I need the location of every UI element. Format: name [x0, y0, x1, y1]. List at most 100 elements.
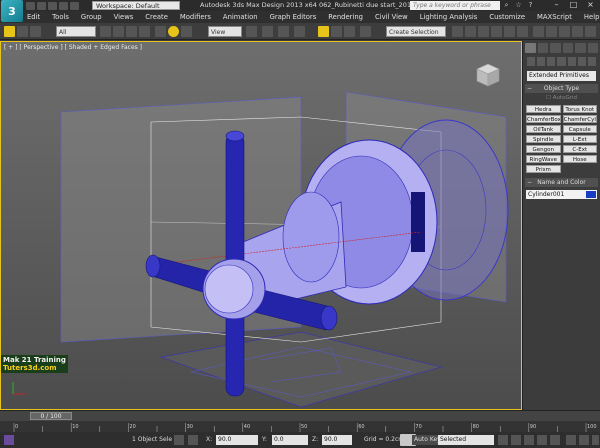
ringwave-button[interactable]: RingWave — [526, 155, 561, 163]
rectangular-selection-icon[interactable] — [126, 26, 137, 37]
cameras-icon[interactable] — [557, 57, 566, 66]
edit-named-selection-icon[interactable] — [360, 26, 371, 37]
render-setup-icon[interactable] — [546, 26, 557, 37]
named-selection-sets-dropdown[interactable]: Create Selection Se — [386, 26, 446, 47]
unlink-icon[interactable] — [17, 26, 28, 37]
scale-icon[interactable] — [181, 26, 192, 37]
oiltank-button[interactable]: OilTank — [526, 125, 561, 133]
menu-maxscript[interactable]: MAXScript — [537, 13, 572, 21]
workspace-dropdown[interactable]: Workspace: Default — [92, 1, 180, 10]
chamferbox-button[interactable]: ChamferBox — [526, 115, 561, 123]
menu-group[interactable]: Group — [81, 13, 102, 21]
lights-icon[interactable] — [547, 57, 556, 66]
capsule-button[interactable]: Capsule — [562, 125, 597, 133]
zoom-icon[interactable] — [566, 435, 576, 445]
select-manipulate-icon[interactable] — [262, 26, 273, 37]
align-icon[interactable] — [465, 26, 476, 37]
time-slider-thumb[interactable]: 0 / 100 — [30, 412, 72, 420]
reference-coordinate-dropdown[interactable]: View — [208, 26, 242, 37]
keyboard-shortcut-icon[interactable] — [278, 26, 289, 37]
time-slider[interactable]: 0 / 100 — [0, 410, 600, 421]
l-ext-button[interactable]: L-Ext — [562, 135, 597, 143]
spinner-snap-icon[interactable] — [344, 26, 355, 37]
display-tab-icon[interactable] — [575, 43, 586, 53]
rendered-frame-window-icon[interactable] — [559, 26, 570, 37]
spindle-button[interactable]: Spindle — [526, 135, 561, 143]
motion-tab-icon[interactable] — [562, 43, 573, 53]
graphite-ribbon-icon[interactable] — [491, 26, 502, 37]
shapes-icon[interactable] — [537, 57, 546, 66]
teapot-render-icon[interactable] — [585, 26, 596, 37]
binoculars-icon[interactable]: ⌕ — [502, 1, 511, 10]
key-filter-dropdown[interactable]: Selected — [438, 435, 494, 445]
z-coordinate-field[interactable]: 90.0 — [322, 435, 352, 445]
menu-civil-view[interactable]: Civil View — [375, 13, 408, 21]
primitive-type-dropdown[interactable]: Extended Primitives — [527, 71, 596, 81]
maximize-viewport-icon[interactable] — [592, 435, 599, 445]
curve-editor-icon[interactable] — [504, 26, 515, 37]
menu-graph-editors[interactable]: Graph Editors — [270, 13, 317, 21]
perspective-viewport[interactable]: [ + ] [ Perspective ] [ Shaded + Edged F… — [0, 41, 522, 410]
search-input[interactable]: Type a keyword or phrase — [410, 1, 500, 10]
name-color-rollout[interactable]: − Name and Color — [525, 178, 598, 187]
star-icon[interactable]: ☆ — [514, 1, 523, 10]
hierarchy-tab-icon[interactable] — [550, 43, 561, 53]
geometry-icon[interactable] — [527, 57, 536, 66]
track-bar[interactable]: 0 10 20 30 40 50 60 70 80 90 100 — [0, 421, 600, 432]
absolute-mode-icon[interactable] — [188, 435, 198, 445]
selection-filter-dropdown[interactable]: All — [56, 26, 96, 37]
prism-button[interactable]: Prism — [526, 165, 561, 173]
redo-icon[interactable] — [70, 1, 79, 10]
x-coordinate-field[interactable]: 90.0 — [216, 435, 258, 445]
orbit-icon[interactable] — [579, 435, 589, 445]
undo-icon[interactable] — [59, 1, 68, 10]
menu-create[interactable]: Create — [145, 13, 168, 21]
close-icon[interactable]: × — [582, 0, 599, 10]
object-type-rollout[interactable]: − Object Type — [525, 84, 598, 93]
maxscript-listener-icon[interactable] — [4, 435, 14, 445]
y-coordinate-field[interactable]: 0.0 — [272, 435, 308, 445]
helpers-icon[interactable] — [567, 57, 576, 66]
select-object-icon[interactable] — [100, 26, 111, 37]
viewcube-icon[interactable] — [473, 60, 503, 90]
help-icon[interactable]: ? — [526, 1, 535, 10]
rotate-icon[interactable] — [168, 26, 179, 37]
minimize-icon[interactable]: – — [548, 0, 565, 10]
percent-snap-icon[interactable] — [331, 26, 342, 37]
play-icon[interactable] — [524, 435, 534, 445]
modify-tab-icon[interactable] — [537, 43, 548, 53]
hedra-button[interactable]: Hedra — [526, 105, 561, 113]
select-by-name-icon[interactable] — [113, 26, 124, 37]
material-editor-icon[interactable] — [533, 26, 544, 37]
angle-snap-icon[interactable] — [318, 26, 329, 37]
mirror-icon[interactable] — [452, 26, 463, 37]
move-icon[interactable] — [155, 26, 166, 37]
snaps-toggle-icon[interactable] — [294, 26, 305, 37]
select-link-icon[interactable] — [4, 26, 15, 37]
window-crossing-icon[interactable] — [139, 26, 150, 37]
menu-modifiers[interactable]: Modifiers — [180, 13, 211, 21]
app-logo-icon[interactable]: 3 — [1, 0, 23, 22]
new-file-icon[interactable] — [26, 1, 35, 10]
menu-lighting-analysis[interactable]: Lighting Analysis — [420, 13, 478, 21]
object-color-swatch[interactable] — [586, 191, 596, 198]
previous-frame-icon[interactable] — [511, 435, 521, 445]
gengon-button[interactable]: Gengon — [526, 145, 561, 153]
torus-knot-button[interactable]: Torus Knot — [562, 105, 597, 113]
maximize-icon[interactable]: □ — [565, 0, 582, 10]
object-name-field[interactable]: Cylinder001 — [526, 190, 597, 199]
menu-edit[interactable]: Edit — [27, 13, 40, 21]
pivot-center-icon[interactable] — [246, 26, 257, 37]
layer-manager-icon[interactable] — [478, 26, 489, 37]
go-to-end-icon[interactable] — [550, 435, 560, 445]
schematic-view-icon[interactable] — [517, 26, 528, 37]
menu-help[interactable]: Help — [584, 13, 600, 21]
autogrid-checkbox[interactable]: ☐ AutoGrid — [523, 95, 600, 101]
menu-views[interactable]: Views — [114, 13, 134, 21]
create-tab-icon[interactable] — [525, 43, 536, 53]
go-to-start-icon[interactable] — [498, 435, 508, 445]
bind-space-warp-icon[interactable] — [30, 26, 41, 37]
menu-tools[interactable]: Tools — [52, 13, 69, 21]
chamfercyl-button[interactable]: ChamferCyl — [562, 115, 597, 123]
hose-button[interactable]: Hose — [562, 155, 597, 163]
